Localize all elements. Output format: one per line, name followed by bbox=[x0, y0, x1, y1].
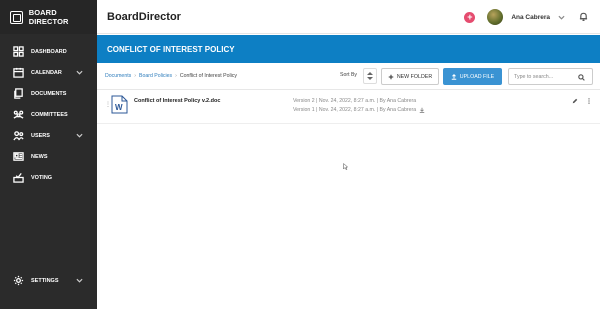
breadcrumb: Documents › Board Policies › Conflict of… bbox=[105, 73, 237, 79]
version-entry: Version 1 | Nov. 24, 2022, 8:27 a.m. | B… bbox=[293, 106, 425, 115]
more-options-icon[interactable] bbox=[586, 98, 592, 104]
row-actions bbox=[572, 98, 592, 104]
app-title: BoardDirector bbox=[107, 10, 181, 23]
plus-icon bbox=[388, 74, 394, 79]
documents-icon bbox=[12, 88, 24, 99]
users-icon bbox=[12, 131, 24, 141]
search-input[interactable] bbox=[514, 73, 578, 80]
avatar[interactable] bbox=[487, 9, 504, 25]
board-director-logo-icon bbox=[10, 10, 23, 24]
sidebar-item-label: VOTING bbox=[31, 174, 53, 181]
page-title: CONFLICT OF INTEREST POLICY bbox=[107, 44, 235, 54]
breadcrumb-documents[interactable]: Documents bbox=[105, 73, 131, 79]
sidebar-item-calendar[interactable]: CALENDAR bbox=[0, 62, 97, 83]
dashboard-icon bbox=[12, 46, 24, 57]
svg-text:W: W bbox=[115, 103, 123, 112]
sidebar-item-dashboard[interactable]: DASHBOARD bbox=[0, 41, 97, 62]
chevron-down-icon[interactable] bbox=[76, 277, 83, 284]
upload-file-label: UPLOAD FILE bbox=[459, 73, 495, 80]
gear-icon bbox=[12, 275, 24, 286]
chevron-down-icon[interactable] bbox=[76, 69, 83, 76]
sidebar-item-label: SETTINGS bbox=[31, 277, 59, 284]
sidebar-item-documents[interactable]: DOCUMENTS bbox=[0, 83, 97, 104]
sidebar-nav: DASHBOARD CALENDAR DOCUMENTS COMMITTEES … bbox=[0, 41, 97, 188]
mouse-cursor-icon bbox=[343, 163, 348, 170]
add-button[interactable]: + bbox=[464, 11, 476, 23]
sort-button[interactable] bbox=[363, 68, 377, 84]
chevron-down-icon[interactable] bbox=[76, 132, 83, 139]
sidebar-item-voting[interactable]: VOTING bbox=[0, 167, 97, 188]
new-folder-label: NEW FOLDER bbox=[396, 73, 433, 80]
brand-name: BOARD DIRECTOR bbox=[28, 8, 69, 26]
voting-icon bbox=[12, 172, 24, 183]
search-icon[interactable] bbox=[578, 68, 585, 86]
word-document-icon: W bbox=[111, 95, 128, 114]
download-icon[interactable] bbox=[419, 107, 425, 113]
sidebar-item-label: NEWS bbox=[31, 153, 48, 160]
brand[interactable]: BOARD DIRECTOR bbox=[0, 0, 97, 34]
sidebar-item-label: CALENDAR bbox=[31, 69, 62, 76]
calendar-icon bbox=[12, 67, 24, 78]
breadcrumb-separator: › bbox=[134, 73, 136, 79]
sidebar-item-settings[interactable]: SETTINGS bbox=[0, 270, 97, 291]
sidebar-item-label: DASHBOARD bbox=[31, 48, 67, 55]
news-icon bbox=[12, 152, 24, 162]
breadcrumb-separator: › bbox=[175, 73, 177, 79]
file-row[interactable]: ⋮⋮ W Conflict of Interest Policy v.2.doc… bbox=[97, 91, 600, 124]
top-bar: BoardDirector + Ana Cabrera bbox=[97, 0, 600, 34]
breadcrumb-board-policies[interactable]: Board Policies bbox=[139, 73, 172, 79]
sidebar-settings-section: SETTINGS bbox=[0, 270, 97, 291]
top-bar-actions: + Ana Cabrera bbox=[464, 0, 588, 34]
committees-icon bbox=[12, 110, 24, 120]
sidebar-item-label: COMMITTEES bbox=[31, 111, 68, 118]
sidebar-item-label: DOCUMENTS bbox=[31, 90, 67, 97]
chevron-down-icon[interactable] bbox=[558, 8, 565, 26]
user-name[interactable]: Ana Cabrera bbox=[511, 14, 550, 21]
upload-icon bbox=[451, 73, 457, 80]
sidebar-item-news[interactable]: NEWS bbox=[0, 146, 97, 167]
pencil-icon[interactable] bbox=[572, 98, 578, 104]
search-box bbox=[508, 68, 593, 85]
breadcrumb-current: Conflict of Interest Policy bbox=[179, 73, 237, 79]
documents-toolbar: Documents › Board Policies › Conflict of… bbox=[97, 63, 600, 90]
version-text: Version 2 | Nov. 24, 2022, 8:27 a.m. | B… bbox=[293, 98, 417, 104]
sort-arrows-icon bbox=[367, 72, 373, 80]
upload-file-button[interactable]: UPLOAD FILE bbox=[443, 68, 502, 85]
version-entry: Version 2 | Nov. 24, 2022, 8:27 a.m. | B… bbox=[293, 97, 425, 106]
page-title-banner: CONFLICT OF INTEREST POLICY bbox=[97, 35, 600, 63]
sidebar-item-label: USERS bbox=[31, 132, 50, 139]
version-list: Version 2 | Nov. 24, 2022, 8:27 a.m. | B… bbox=[293, 97, 425, 115]
sidebar-item-users[interactable]: USERS bbox=[0, 125, 97, 146]
bell-icon[interactable] bbox=[579, 8, 588, 26]
file-name[interactable]: Conflict of Interest Policy v.2.doc bbox=[134, 98, 220, 104]
sidebar: BOARD DIRECTOR DASHBOARD CALENDAR DOCUME… bbox=[0, 0, 97, 309]
sort-label: Sort By bbox=[340, 72, 358, 78]
version-text: Version 1 | Nov. 24, 2022, 8:27 a.m. | B… bbox=[293, 107, 417, 113]
sidebar-item-committees[interactable]: COMMITTEES bbox=[0, 104, 97, 125]
new-folder-button[interactable]: NEW FOLDER bbox=[381, 68, 439, 85]
